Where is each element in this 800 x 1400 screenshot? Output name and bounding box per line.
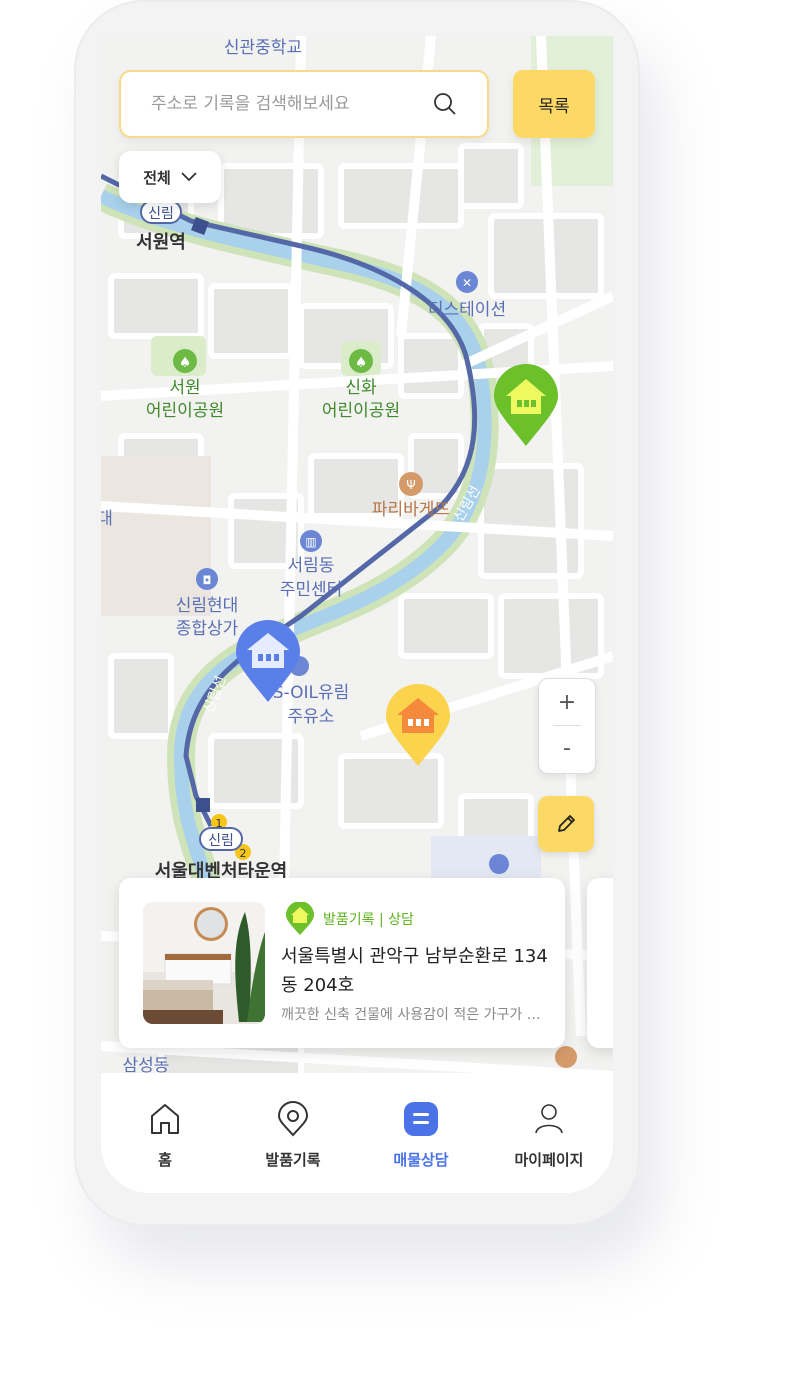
person-icon: [535, 1104, 563, 1134]
home-icon: [151, 1104, 179, 1134]
map-label-oil: S-OIL유림: [273, 683, 350, 703]
exit-number: 2: [240, 847, 247, 860]
location-pin-icon: [277, 1101, 309, 1137]
property-description: 깨끗한 신축 건물에 사용감이 적은 가구가 있습니다: [281, 1007, 549, 1023]
app-screen: 신관중학교 신림 서원역 ✕ 티스테이션 ♠ 서원 어린이공원 ♠ 신화 어린이…: [101, 36, 613, 1193]
next-property-card[interactable]: [587, 878, 613, 1048]
property-address: 서울특별시 관악구 남부순환로 134동 204호: [281, 946, 548, 996]
house-marker-icon: [286, 902, 314, 935]
tree-icon: ♠: [355, 355, 368, 371]
map-label-mall: 신림현대: [176, 596, 239, 616]
building-icon: ▥: [305, 535, 316, 549]
search-input[interactable]: [149, 93, 423, 115]
map-label-mall: 종합상가: [176, 619, 239, 639]
tab-label: 매물상담: [393, 1151, 449, 1169]
restaurant-icon: Ψ: [406, 478, 415, 492]
map-label-park1: 어린이공원: [146, 401, 224, 421]
zoom-control: + -: [538, 678, 596, 774]
property-card[interactable]: 발품기록 | 상담 서울특별시 관악구 남부순환로 134동 204호 깨끗한 …: [119, 878, 565, 1048]
record-tag: 발품기록 | 상담: [285, 902, 414, 936]
property-thumbnail: [143, 902, 265, 1024]
map-label-park2: 신화: [345, 378, 377, 398]
map-label-center: 서림동: [288, 556, 335, 576]
zoom-in-button[interactable]: +: [539, 679, 595, 725]
divider: [553, 725, 581, 726]
station-badge: 신림: [148, 206, 174, 222]
chevron-down-icon: [181, 172, 197, 182]
search-icon[interactable]: [433, 92, 457, 116]
tab-home[interactable]: 홈: [101, 1073, 229, 1193]
map-label-park2: 어린이공원: [322, 401, 400, 421]
map-label-center: 주민센터: [280, 580, 343, 600]
tab-label: 마이페이지: [514, 1151, 584, 1169]
bottom-tab-bar: 홈 발품기록 매물상담 마이페이지: [101, 1073, 613, 1193]
pencil-icon: [558, 815, 575, 832]
station-badge: 신림: [208, 833, 234, 849]
tab-field-record[interactable]: 발품기록: [229, 1073, 357, 1193]
tree-icon: ♠: [179, 355, 192, 371]
tools-icon: ✕: [462, 276, 472, 290]
map-label-bakery: 파리바게뜨: [372, 500, 450, 520]
filter-label: 전체: [143, 168, 171, 187]
map-label-park1: 서원: [169, 378, 200, 398]
tab-mypage[interactable]: 마이페이지: [485, 1073, 613, 1193]
shopping-icon: ◘: [203, 574, 212, 587]
chat-icon: [404, 1102, 438, 1136]
filter-dropdown[interactable]: 전체: [119, 151, 221, 203]
list-button[interactable]: 목록: [513, 70, 595, 138]
map-label-edge: 대: [101, 509, 113, 529]
map-label-school: 신관중학교: [224, 38, 302, 58]
tab-label: 홈: [158, 1151, 172, 1169]
zoom-out-button[interactable]: -: [539, 725, 595, 771]
tab-consultation[interactable]: 매물상담: [357, 1073, 485, 1193]
record-tag-label: 발품기록 | 상담: [323, 912, 414, 928]
map-label-gas: 티스테이션: [428, 300, 506, 320]
map-label-oil: 주유소: [288, 707, 335, 727]
write-button[interactable]: [538, 796, 594, 852]
tab-label: 발품기록: [265, 1151, 321, 1169]
map-label-station[interactable]: 서원역: [136, 232, 186, 253]
search-bar[interactable]: [119, 70, 489, 138]
